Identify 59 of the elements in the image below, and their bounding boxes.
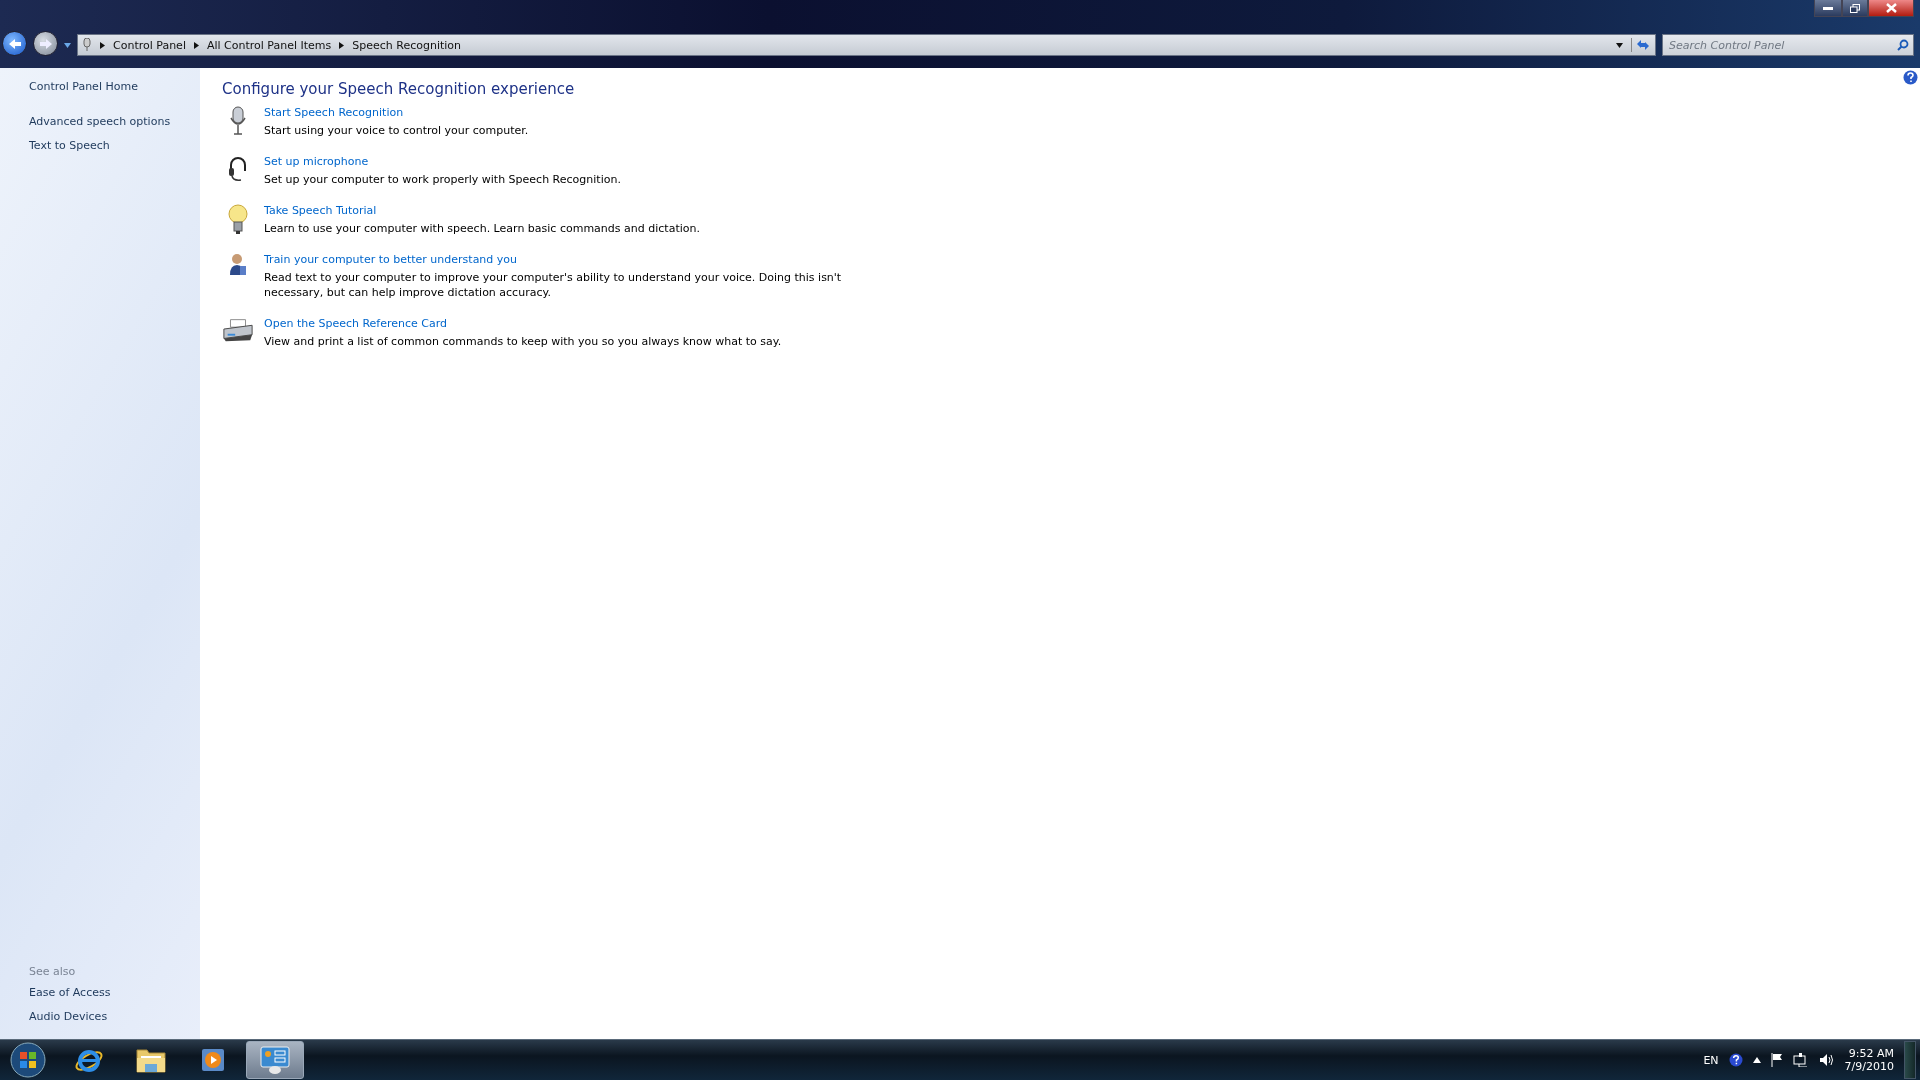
folder-icon xyxy=(135,1046,167,1074)
see-also-link[interactable]: Audio Devices xyxy=(29,1010,200,1023)
task-link[interactable]: Start Speech Recognition xyxy=(264,106,404,119)
breadcrumb[interactable]: Control Panel xyxy=(113,38,186,52)
minimize-button[interactable] xyxy=(1814,0,1842,17)
forward-button[interactable] xyxy=(33,31,58,56)
task-link[interactable]: Take Speech Tutorial xyxy=(264,204,377,217)
back-button[interactable] xyxy=(2,31,27,56)
page-title: Configure your Speech Recognition experience xyxy=(222,80,576,98)
media-player-icon xyxy=(200,1047,226,1073)
task-description: Read text to your computer to improve your computer's ability to understand your voice. Doing this isn't necessary, but can help improve dictation accuracy. xyxy=(264,270,843,300)
headset-icon xyxy=(227,155,249,183)
control-panel-icon xyxy=(259,1045,291,1075)
language-indicator[interactable]: EN xyxy=(1703,1053,1719,1067)
up-arrow-icon[interactable] xyxy=(1752,1057,1761,1063)
breadcrumb[interactable]: Speech Recognition xyxy=(352,38,462,52)
minimize-icon xyxy=(1823,6,1833,10)
clock-time[interactable]: 9:52 AM xyxy=(1848,1047,1894,1060)
breadcrumb[interactable]: All Control Panel Items xyxy=(206,38,332,52)
see-also-link[interactable]: Ease of Access xyxy=(29,986,200,999)
person-icon xyxy=(228,253,248,277)
microphone-icon xyxy=(82,38,92,52)
task-description: Learn to use your computer with speech. Learn basic commands and dictation. xyxy=(264,221,701,236)
address-bar[interactable]: Control Panel All Control Panel Items Speech Recognition xyxy=(77,34,1656,56)
task-link[interactable]: Open the Speech Reference Card xyxy=(264,317,448,330)
chevron-icon[interactable] xyxy=(193,41,199,49)
back-arrow-icon xyxy=(7,37,22,50)
task-link[interactable]: Set up microphone xyxy=(264,155,369,168)
help-icon[interactable] xyxy=(1903,70,1918,85)
flag-icon[interactable] xyxy=(1770,1053,1783,1067)
volume-icon[interactable] xyxy=(1818,1053,1835,1067)
dropdown-caret-icon[interactable] xyxy=(64,43,71,48)
dropdown-caret-icon[interactable] xyxy=(1616,42,1623,48)
printer-icon xyxy=(222,317,254,343)
sidebar-link[interactable]: Control Panel Home xyxy=(29,80,200,93)
search-field[interactable]: Search Control Panel xyxy=(1662,34,1914,56)
task-description: View and print a list of common commands to keep with you so you always know what to say. xyxy=(264,334,783,349)
forward-arrow-icon xyxy=(38,37,53,50)
close-button[interactable] xyxy=(1868,0,1914,17)
chevron-icon[interactable] xyxy=(339,41,345,49)
microphone-icon xyxy=(229,106,247,136)
chevron-icon[interactable] xyxy=(100,41,105,49)
search-icon xyxy=(1897,39,1909,51)
network-icon[interactable] xyxy=(1792,1053,1809,1067)
task-description: Set up your computer to work properly with Speech Recognition. xyxy=(264,172,622,187)
restore-button[interactable] xyxy=(1842,0,1868,17)
task-description: Start using your voice to control your computer. xyxy=(264,123,530,138)
light-bulb-icon xyxy=(228,204,248,236)
help-icon[interactable] xyxy=(1728,1053,1743,1067)
restore-icon xyxy=(1850,3,1860,13)
sidebar-link[interactable]: Text to Speech xyxy=(29,139,200,152)
close-icon xyxy=(1885,3,1897,13)
task-link[interactable]: Train your computer to better understand you xyxy=(264,253,518,266)
search-input[interactable]: Search Control Panel xyxy=(1667,37,1897,53)
clock-date[interactable]: 7/9/2010 xyxy=(1844,1060,1894,1073)
see-also-heading: See also xyxy=(29,965,77,978)
start-orb-icon xyxy=(9,1041,47,1079)
refresh-icon[interactable] xyxy=(1631,38,1651,52)
sidebar-link[interactable]: Advanced speech options xyxy=(29,115,200,128)
